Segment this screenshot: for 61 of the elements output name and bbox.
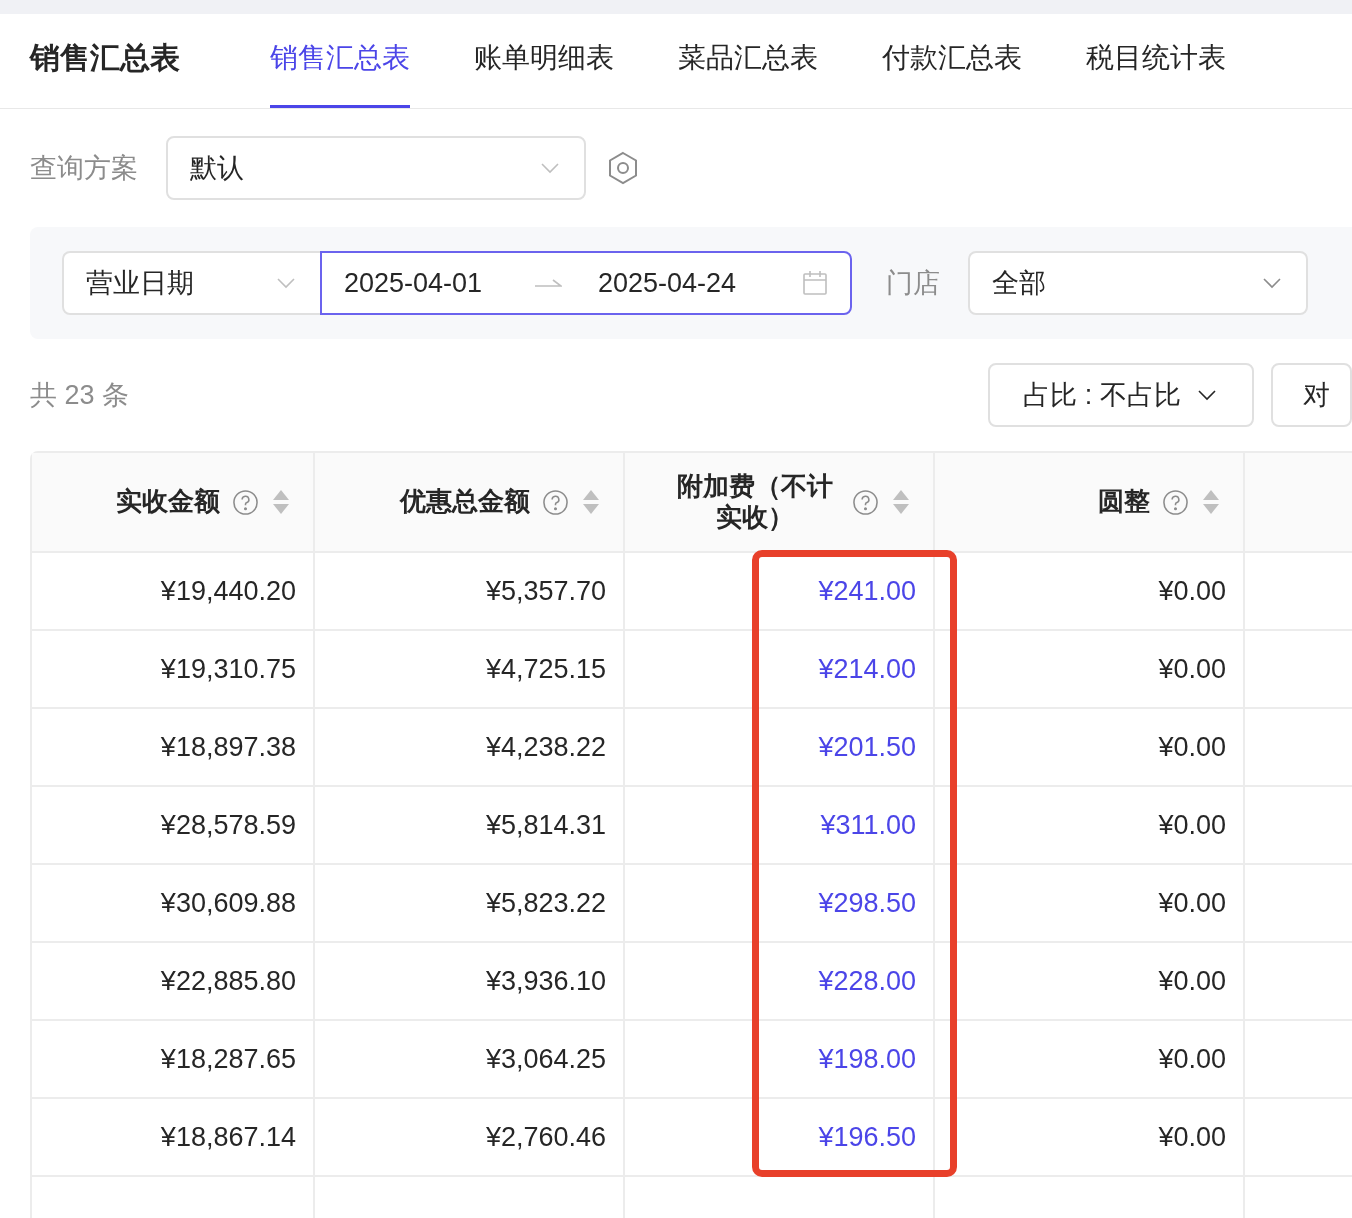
table-cell-text: ¥0.00 [1158,1042,1226,1076]
table-cell-text: ¥4,725.15 [485,652,606,686]
query-label: 查询方案 [30,151,138,185]
table-cell-text: ¥30,609.88 [160,886,296,920]
table-cell-text: ¥22,885.80 [160,964,296,998]
amount-link[interactable]: ¥196.50 [818,1116,916,1158]
report-tab[interactable]: 税目统计表 [1086,37,1226,108]
table-cell-text: ¥5,814.31 [485,808,606,842]
amount-link[interactable]: ¥214.00 [818,648,916,690]
date-range-field[interactable]: 2025-04-01 2025-04-24 [320,251,852,315]
table-cell-text: ¥3,064.25 [485,1042,606,1076]
table-cell-text: ¥0.00 [1158,574,1226,608]
help-icon [852,488,879,516]
record-count: 共 23 条 [30,378,131,412]
table-cell-text: ¥0.00 [1158,886,1226,920]
table-cell-text: ¥18,897.38 [160,730,296,764]
table-cell-text: ¥0.00 [1158,808,1226,842]
sort-icon[interactable] [891,488,911,516]
column-header: 附加费（不计实收） [676,470,834,534]
table-cell-text: ¥0.00 [1158,1120,1226,1154]
table-cell-text: ¥0.00 [1158,652,1226,686]
table-cell-text: ¥18,287.65 [160,1042,296,1076]
settings-icon[interactable] [606,151,640,185]
table-cell-text: ¥28,578.59 [160,808,296,842]
sort-icon[interactable] [1201,488,1221,516]
calendar-icon [802,270,828,296]
sort-icon[interactable] [581,488,601,516]
amount-link[interactable]: ¥228.00 [818,960,916,1002]
query-select[interactable]: 默认 [166,136,586,200]
report-tab[interactable]: 账单明细表 [474,37,614,108]
table-cell-text: ¥4,238.22 [485,730,606,764]
ratio-dropdown[interactable]: 占比 : 不占比 [988,363,1254,427]
help-icon [542,488,569,516]
help-icon [1162,488,1189,516]
column-header: 优惠总金额 [400,486,530,518]
amount-link[interactable]: ¥201.50 [818,726,916,768]
page-title: 销售汇总表 [30,40,181,76]
report-tab[interactable]: 菜品汇总表 [678,37,818,108]
table-cell-text: ¥5,823.22 [485,886,606,920]
report-tab[interactable]: 付款汇总表 [882,37,1022,108]
store-select[interactable]: 全部 [968,251,1308,315]
store-label: 门店 [886,266,940,300]
column-header: 实收金额 [116,486,220,518]
table-cell-text: ¥19,440.20 [160,574,296,608]
sort-icon[interactable] [271,488,291,516]
table-cell-text: ¥3,936.10 [485,964,606,998]
amount-link[interactable]: ¥198.00 [818,1038,916,1080]
amount-link[interactable]: ¥298.50 [818,882,916,924]
amount-link[interactable]: ¥241.00 [818,570,916,612]
column-header: 圆整 [1098,486,1150,518]
table-cell-text: ¥19,310.75 [160,652,296,686]
table-cell-text: ¥18,867.14 [160,1120,296,1154]
date-type-select[interactable]: 营业日期 [62,251,322,315]
report-tab[interactable]: 销售汇总表 [270,37,410,108]
table-cell-text: ¥5,357.70 [485,574,606,608]
table-cell-text: ¥0.00 [1158,964,1226,998]
compare-button[interactable]: 对 [1271,363,1352,427]
table-cell-text: ¥2,760.46 [485,1120,606,1154]
amount-link[interactable]: ¥311.00 [820,804,916,846]
table-cell-text: ¥0.00 [1158,730,1226,764]
help-icon [232,488,259,516]
